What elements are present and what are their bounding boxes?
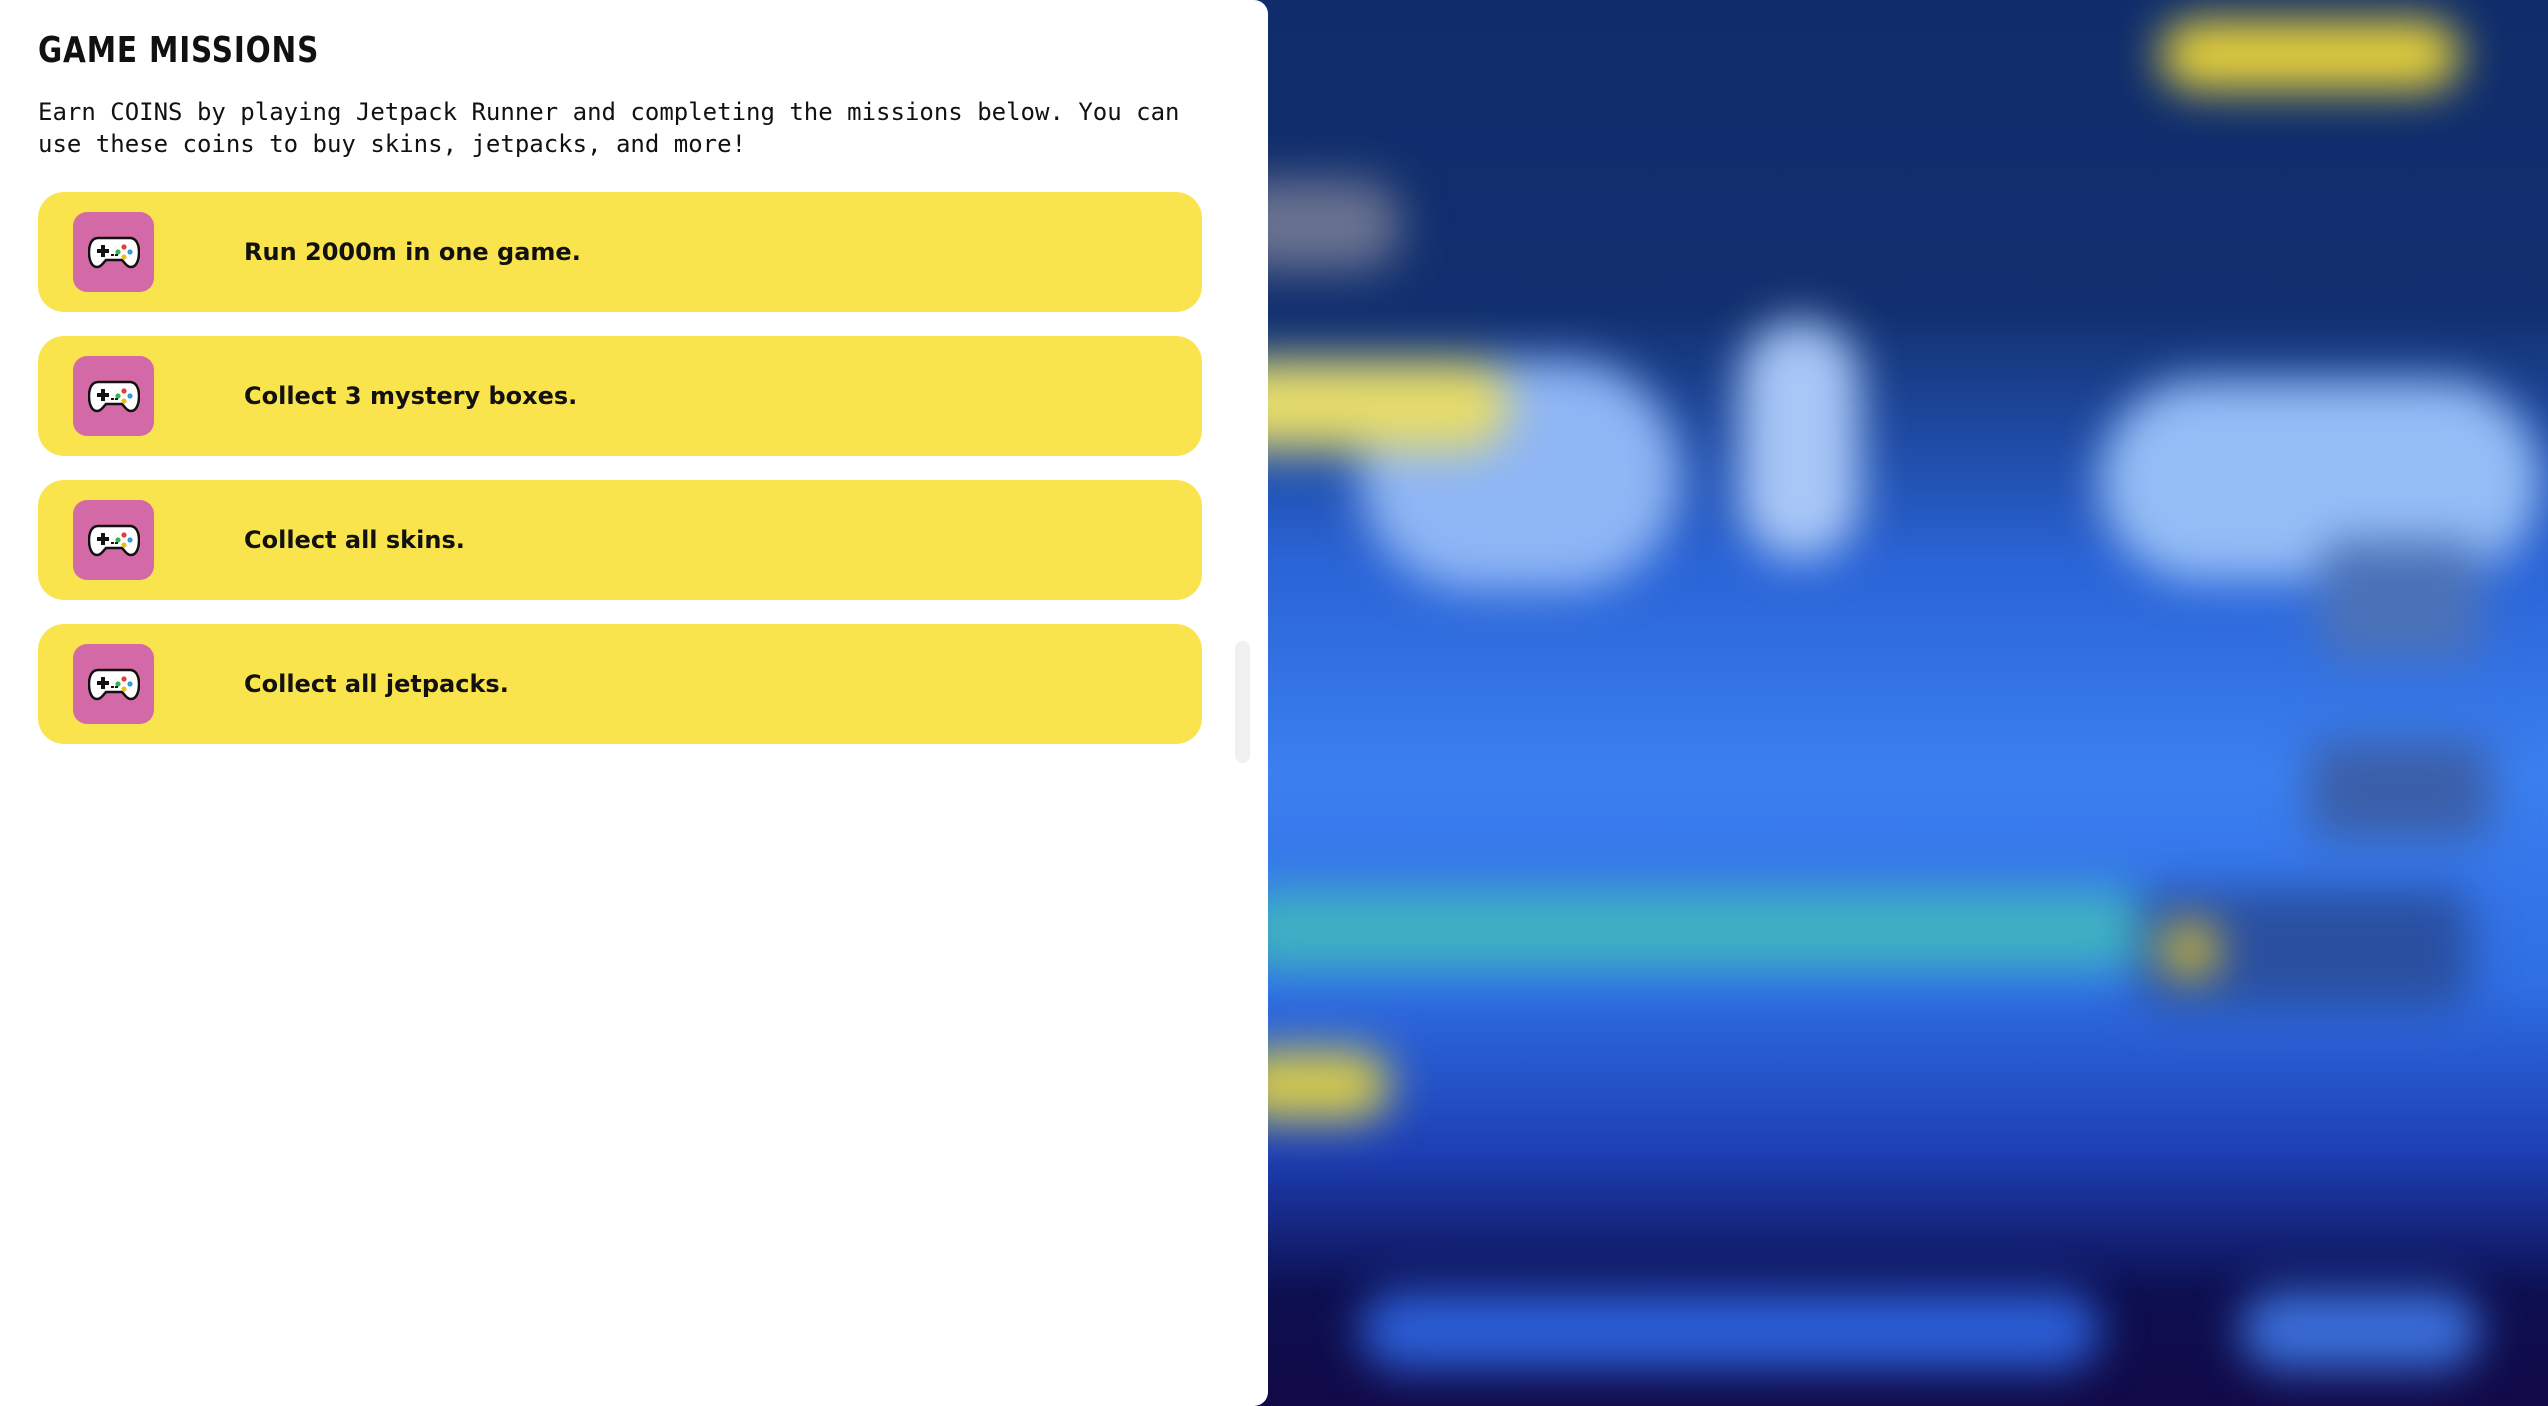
- gamepad-icon: [73, 644, 154, 724]
- panel-description: Earn COINS by playing Jetpack Runner and…: [38, 98, 1180, 158]
- mission-card[interactable]: Collect 3 mystery boxes.: [38, 336, 1202, 456]
- mission-label: Collect all jetpacks.: [244, 670, 509, 698]
- mission-card[interactable]: Collect all skins.: [38, 480, 1202, 600]
- panel-scrollbar[interactable]: [1235, 641, 1250, 763]
- mission-label: Collect all skins.: [244, 526, 465, 554]
- missions-list: Run 2000m in one game. Collect 3 mystery…: [38, 192, 1202, 768]
- gamepad-icon: [73, 356, 154, 436]
- missions-panel: GAME MISSIONS Earn COINS by playing Jetp…: [0, 0, 1268, 1406]
- mission-card[interactable]: Collect all jetpacks.: [38, 624, 1202, 744]
- mission-label: Run 2000m in one game.: [244, 238, 581, 266]
- gamepad-icon: [73, 500, 154, 580]
- gamepad-icon: [73, 212, 154, 292]
- panel-title: GAME MISSIONS: [38, 30, 320, 71]
- mission-label: Collect 3 mystery boxes.: [244, 382, 578, 410]
- mission-card[interactable]: Run 2000m in one game.: [38, 192, 1202, 312]
